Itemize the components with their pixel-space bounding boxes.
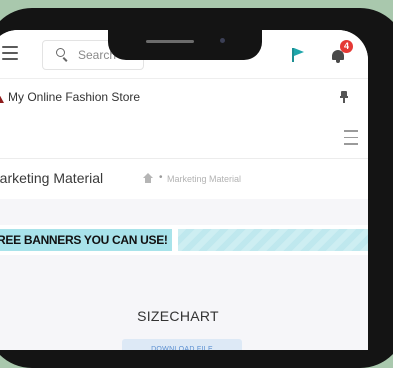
pin-icon[interactable] xyxy=(340,91,348,103)
search-icon xyxy=(56,48,68,62)
notch-speaker xyxy=(146,40,194,43)
notification-badge: 4 xyxy=(340,40,353,53)
menu-icon[interactable] xyxy=(344,130,358,150)
hamburger-icon[interactable] xyxy=(2,46,18,64)
banner-text: FREE BANNERS YOU CAN USE! xyxy=(0,229,172,251)
sizechart-title: SIZECHART xyxy=(137,308,219,324)
phone-frame: Search 4 My Online Fashion Store Marketi… xyxy=(0,8,393,368)
page-title: Marketing Material xyxy=(0,170,104,186)
store-logo xyxy=(0,92,4,103)
secondary-nav-bar xyxy=(0,116,368,159)
breadcrumb-current: Marketing Material xyxy=(167,174,242,184)
main-content: FREE BANNERS YOU CAN USE! SIZECHART DOWN… xyxy=(0,199,368,350)
free-banners-heading: FREE BANNERS YOU CAN USE! xyxy=(0,225,368,255)
notch-camera xyxy=(220,38,225,43)
download-file-button[interactable]: DOWNLOAD FILE xyxy=(122,339,242,350)
breadcrumb-separator: • xyxy=(159,172,163,183)
flag-icon[interactable] xyxy=(292,48,304,62)
phone-notch xyxy=(108,19,262,60)
banner-stripes xyxy=(178,229,368,251)
store-selector[interactable]: My Online Fashion Store xyxy=(0,78,368,117)
page-header: Marketing Material • Marketing Material xyxy=(0,159,368,199)
home-icon[interactable] xyxy=(143,173,153,183)
screen: Search 4 My Online Fashion Store Marketi… xyxy=(0,30,368,350)
store-name: My Online Fashion Store xyxy=(8,90,141,104)
